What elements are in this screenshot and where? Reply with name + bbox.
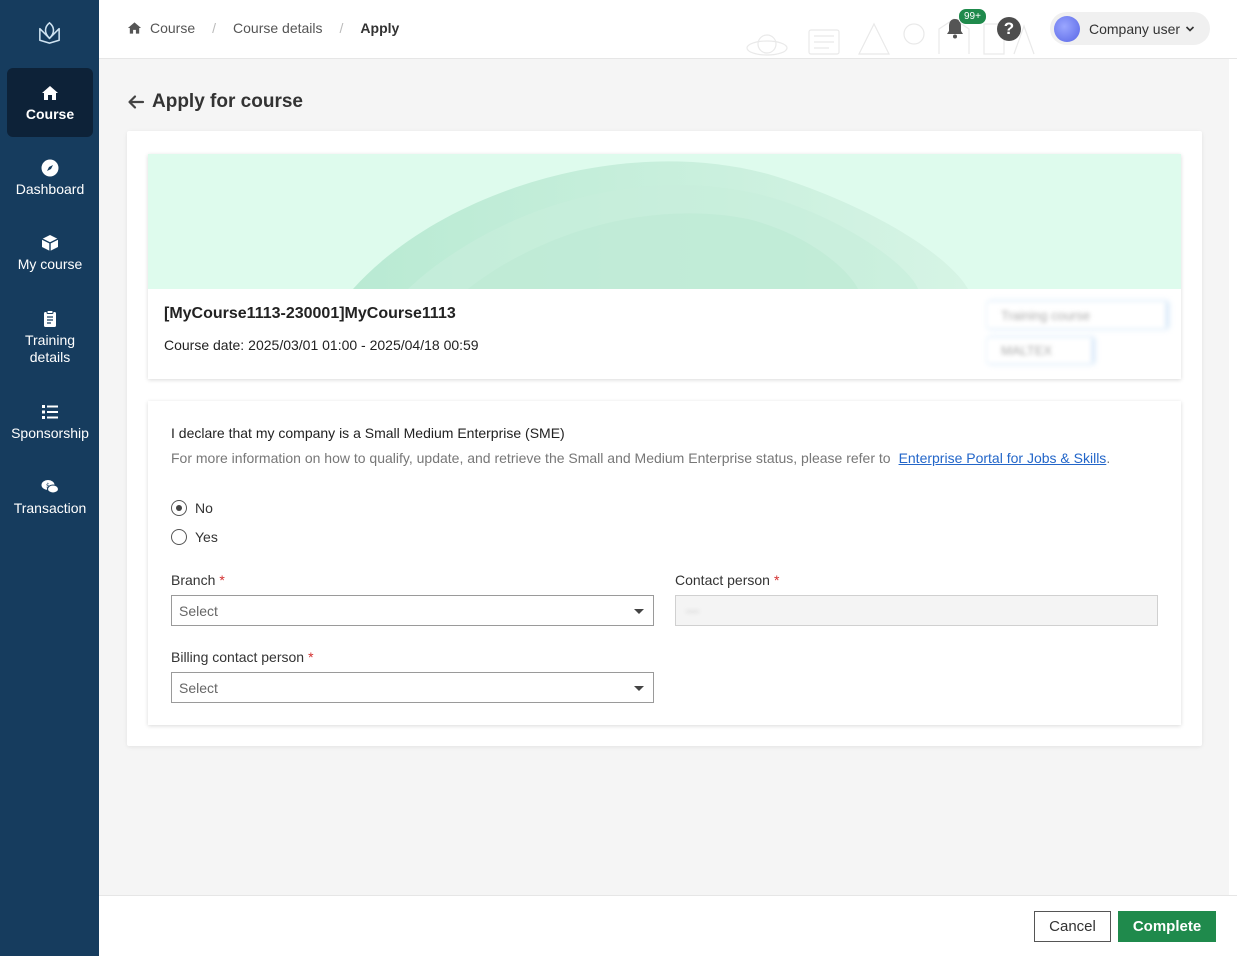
sidebar-item-sponsorship[interactable]: Sponsorship <box>7 402 93 452</box>
clipboard-icon <box>44 310 56 327</box>
course-tag-text: Training course <box>1001 307 1091 323</box>
course-tag-text: MALTEX <box>1001 343 1053 358</box>
billing-label-text: Billing contact person <box>171 649 305 665</box>
footer-actions: Cancel Complete <box>99 895 1237 956</box>
caret-down-icon <box>634 609 644 614</box>
avatar <box>1054 15 1080 42</box>
book-leaf-icon <box>39 21 60 44</box>
billing-select-value: Select <box>179 679 218 696</box>
home-icon <box>42 86 58 100</box>
radio-selected[interactable] <box>171 500 187 516</box>
required-mark: * <box>219 572 225 588</box>
enterprise-portal-link[interactable]: Enterprise Portal for Jobs & Skills <box>899 450 1107 466</box>
branch-select-value: Select <box>179 602 218 619</box>
billing-contact-select[interactable]: Select <box>171 672 654 703</box>
arrow-left-icon[interactable] <box>127 93 145 111</box>
breadcrumb: Course / Course details / Apply <box>127 20 399 36</box>
breadcrumb-current: Apply <box>360 20 400 36</box>
user-name: Company user <box>1089 20 1181 37</box>
cube-icon <box>41 235 59 251</box>
compass-icon <box>41 159 59 177</box>
course-card: [MyCourse1113-230001]MyCourse1113 Course… <box>148 154 1181 379</box>
sme-radio-no[interactable]: No <box>171 500 213 516</box>
chevron-down-icon <box>1185 25 1195 32</box>
list-icon <box>42 405 58 419</box>
sidebar-item-label: Sponsorship <box>11 425 89 441</box>
sidebar-item-label: Training details <box>24 332 76 365</box>
complete-button[interactable]: Complete <box>1118 911 1216 942</box>
billing-contact-label: Billing contact person * <box>171 649 314 665</box>
course-date-label: Course date: <box>164 337 245 353</box>
branch-label-text: Branch <box>171 572 216 588</box>
notification-badge: 99+ <box>958 8 987 25</box>
sidebar-item-course[interactable]: Course <box>7 68 93 137</box>
course-tag-blurred: Training course <box>986 301 1166 329</box>
sidebar-item-label: Dashboard <box>15 181 85 197</box>
sidebar-item-label: Transaction <box>13 500 87 516</box>
required-mark: * <box>773 572 780 588</box>
course-date-value: 2025/03/01 01:00 - 2025/04/18 00:59 <box>248 337 479 353</box>
cancel-button[interactable]: Cancel <box>1034 911 1111 942</box>
contact-person-value: — <box>686 603 699 618</box>
contact-person-label: Contact person * <box>675 572 779 588</box>
home-icon <box>127 22 142 34</box>
top-bar: Course / Course details / Apply 99+ ? Co… <box>99 0 1237 59</box>
course-tag-blurred: MALTEX <box>986 337 1092 364</box>
sme-radio-yes[interactable]: Yes <box>171 529 218 545</box>
sidebar-item-label: Course <box>25 106 75 122</box>
chat-money-icon: $ <box>41 480 59 494</box>
sme-info-text: For more information on how to qualify, … <box>171 450 1111 466</box>
sme-declaration-title: I declare that my company is a Small Med… <box>171 425 565 441</box>
user-menu[interactable]: Company user <box>1050 12 1210 45</box>
branch-select[interactable]: Select <box>171 595 654 626</box>
application-form: I declare that my company is a Small Med… <box>148 401 1181 725</box>
radio-unselected[interactable] <box>171 529 187 545</box>
sidebar-item-label: My course <box>17 256 83 272</box>
help-icon[interactable]: ? <box>997 17 1021 41</box>
caret-down-icon <box>634 686 644 691</box>
sme-info-body: For more information on how to qualify, … <box>171 450 891 466</box>
breadcrumb-course[interactable]: Course <box>150 20 195 36</box>
radio-label: Yes <box>195 529 218 545</box>
breadcrumb-separator: / <box>339 20 344 36</box>
sidebar-item-my-course[interactable]: My course <box>7 233 93 283</box>
page-header: Apply for course <box>127 91 303 113</box>
contact-person-field: — <box>675 595 1158 626</box>
decorative-doodle-illustration <box>746 18 1035 56</box>
page-title: Apply for course <box>152 91 303 112</box>
breadcrumb-course-details[interactable]: Course details <box>233 20 323 36</box>
breadcrumb-separator: / <box>212 20 217 36</box>
svg-text:$: $ <box>46 483 50 490</box>
contact-label-text: Contact person <box>675 572 770 588</box>
sidebar-item-dashboard[interactable]: Dashboard <box>7 158 93 208</box>
scroll-gutter <box>1229 59 1237 895</box>
radio-label: No <box>195 500 213 516</box>
sidebar-item-training-details[interactable]: Training details <box>7 309 93 371</box>
course-name: [MyCourse1113-230001]MyCourse1113 <box>164 305 456 322</box>
sidebar: Course Dashboard My course Training deta… <box>0 0 99 956</box>
course-date: Course date: 2025/03/01 01:00 - 2025/04/1… <box>164 337 479 353</box>
sidebar-item-transaction[interactable]: $ Transaction <box>7 477 93 527</box>
course-banner-image <box>148 154 1181 289</box>
branch-label: Branch * <box>171 572 225 588</box>
required-mark: * <box>308 649 314 665</box>
